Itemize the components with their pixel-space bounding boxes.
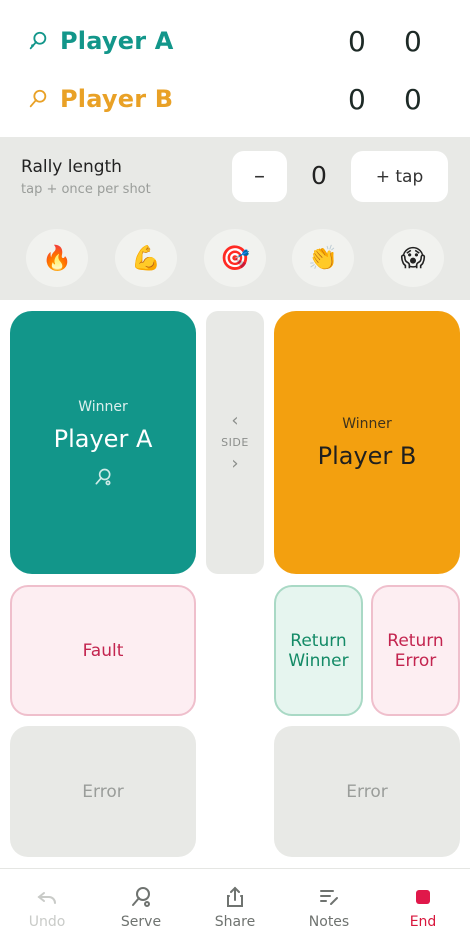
reaction-target-button[interactable]: 🎯 bbox=[204, 229, 266, 287]
nav-notes[interactable]: Notes bbox=[282, 869, 376, 943]
reaction-shock-button[interactable]: 😱 bbox=[382, 229, 444, 287]
chevron-right-icon: › bbox=[231, 453, 239, 474]
undo-icon bbox=[34, 884, 60, 910]
rally-panel: Rally length tap + once per shot – 0 + t… bbox=[0, 137, 470, 300]
return-error-button[interactable]: Return Error bbox=[371, 585, 460, 716]
rally-subtitle: tap + once per shot bbox=[21, 182, 151, 197]
winner-player-name: Player A bbox=[53, 424, 153, 453]
rally-decrement-button[interactable]: – bbox=[232, 151, 287, 202]
nav-end-label: End bbox=[409, 913, 437, 930]
reaction-clap-button[interactable]: 👏 bbox=[292, 229, 354, 287]
player-a-games: 0 bbox=[404, 24, 422, 58]
racket-icon bbox=[95, 468, 111, 485]
nav-notes-label: Notes bbox=[308, 913, 350, 930]
player-a-sets: 0 bbox=[348, 24, 366, 58]
reaction-fire-button[interactable]: 🔥 bbox=[26, 229, 88, 287]
return-winner-button[interactable]: Return Winner bbox=[274, 585, 363, 716]
winner-player-name: Player B bbox=[317, 441, 417, 470]
error-player-b-button[interactable]: Error bbox=[274, 726, 460, 857]
reaction-muscle-button[interactable]: 💪 bbox=[115, 229, 177, 287]
notes-icon bbox=[316, 884, 342, 910]
stop-icon bbox=[410, 884, 436, 910]
share-icon bbox=[222, 884, 248, 910]
winner-label: Winner bbox=[342, 415, 392, 432]
rally-tap-button[interactable]: + tap bbox=[351, 151, 448, 202]
nav-undo[interactable]: Undo bbox=[0, 869, 94, 943]
player-b-games: 0 bbox=[404, 82, 422, 116]
player-b-name: Player B bbox=[60, 85, 174, 113]
winner-player-a-card[interactable]: Winner Player A bbox=[10, 311, 196, 574]
nav-share-label: Share bbox=[214, 913, 256, 930]
racket-icon bbox=[128, 884, 154, 910]
nav-serve[interactable]: Serve bbox=[94, 869, 188, 943]
fault-button[interactable]: Fault bbox=[10, 585, 196, 716]
rally-title: Rally length bbox=[21, 157, 122, 177]
winner-player-b-card[interactable]: Winner Player B bbox=[274, 311, 460, 574]
player-b-sets: 0 bbox=[348, 82, 366, 116]
chevron-left-icon: ‹ bbox=[231, 410, 239, 431]
rally-count: 0 bbox=[311, 161, 327, 190]
nav-serve-label: Serve bbox=[120, 913, 162, 930]
winner-label: Winner bbox=[78, 398, 128, 415]
nav-end[interactable]: End bbox=[376, 869, 470, 943]
switch-side-button[interactable]: ‹ SIDE › bbox=[206, 311, 264, 574]
nav-share[interactable]: Share bbox=[188, 869, 282, 943]
score-row-player-b: Player B 0 0 bbox=[0, 70, 470, 128]
error-player-a-button[interactable]: Error bbox=[10, 726, 196, 857]
score-row-player-a: Player A 0 0 bbox=[0, 12, 470, 70]
side-label: SIDE bbox=[221, 436, 249, 449]
nav-undo-label: Undo bbox=[28, 913, 66, 930]
player-a-name: Player A bbox=[60, 27, 174, 55]
bottom-nav: Undo Serve Share Notes End bbox=[0, 868, 470, 943]
racket-icon bbox=[29, 31, 47, 50]
racket-icon bbox=[29, 89, 47, 108]
